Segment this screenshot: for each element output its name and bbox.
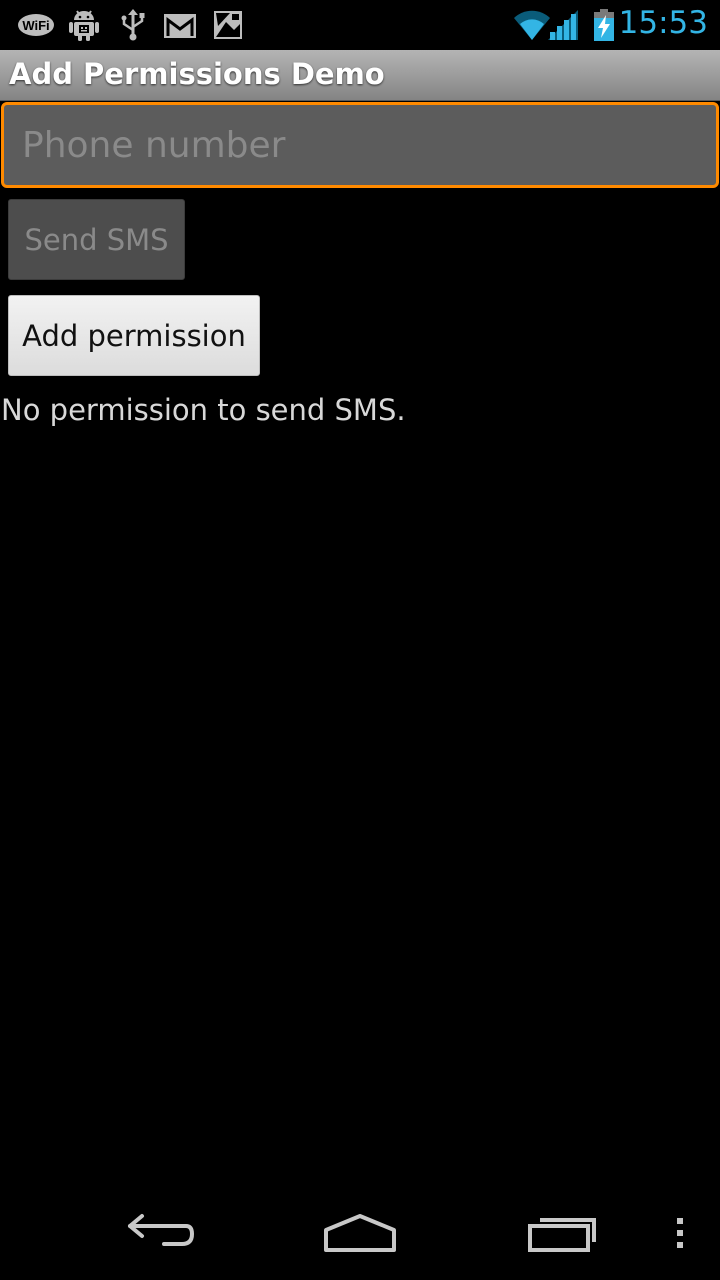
battery-charging-icon [592,8,616,42]
recent-apps-icon[interactable] [522,1202,602,1262]
add-permission-button[interactable]: Add permission [8,295,260,376]
gmail-icon [162,8,198,42]
phone-number-input[interactable] [4,105,716,185]
cell-signal-icon [546,8,580,42]
wifi-badge-icon: WiFi [16,8,56,42]
android-debug-icon [68,8,100,42]
add-permission-label: Add permission [22,318,246,353]
photo-icon [212,8,244,42]
screen: WiFi 15:53 Add Permissions Demo Phone nu… [0,0,720,1280]
overflow-menu-icon[interactable] [670,1202,690,1262]
wifi-badge-text: WiFi [22,18,49,33]
status-bar: WiFi 15:53 [0,0,720,50]
send-sms-label: Send SMS [24,222,169,257]
app-title: Add Permissions Demo [9,57,385,91]
back-icon[interactable] [120,1202,200,1262]
home-icon[interactable] [320,1202,400,1262]
clock: 15:53 [618,5,708,41]
phone-number-field[interactable] [1,102,719,188]
usb-icon [118,8,148,42]
send-sms-button[interactable]: Send SMS [8,199,185,280]
app-title-bar: Add Permissions Demo [0,50,720,101]
navigation-bar [0,1184,720,1280]
permission-status-text: No permission to send SMS. [1,393,406,427]
